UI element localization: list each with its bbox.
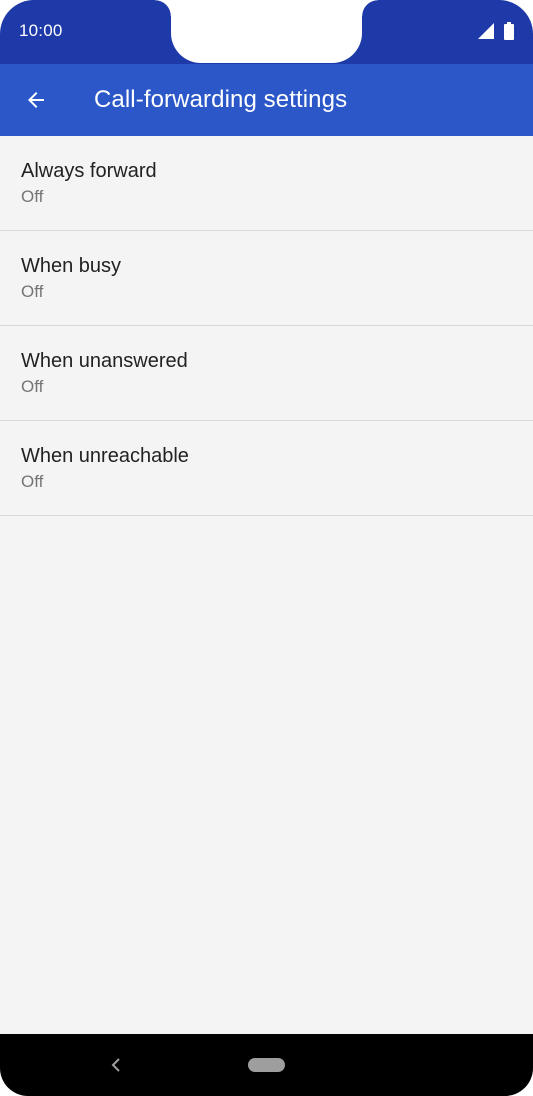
setting-summary: Off bbox=[21, 187, 44, 206]
display-notch bbox=[171, 0, 362, 63]
setting-always-forward[interactable]: Always forward Off bbox=[0, 136, 533, 231]
setting-summary: Off bbox=[21, 282, 44, 301]
app-bar: Call-forwarding settings bbox=[0, 64, 533, 136]
settings-list: Always forward Off When busy Off When un… bbox=[0, 136, 533, 1034]
setting-when-busy[interactable]: When busy Off bbox=[0, 231, 533, 326]
notch-corner-right bbox=[362, 0, 378, 16]
status-time: 10:00 bbox=[19, 21, 63, 40]
setting-when-unanswered[interactable]: When unanswered Off bbox=[0, 326, 533, 421]
back-button[interactable] bbox=[12, 76, 60, 124]
nav-back-chevron-icon[interactable] bbox=[106, 1055, 126, 1075]
phone-screen: 10:00 Call-forwarding settings Always fo… bbox=[0, 0, 533, 1096]
home-pill-icon[interactable] bbox=[248, 1058, 285, 1072]
setting-summary: Off bbox=[21, 472, 44, 491]
battery-icon bbox=[504, 22, 514, 40]
status-bar: 10:00 bbox=[0, 0, 533, 64]
navigation-bar bbox=[0, 1034, 533, 1096]
setting-title: Always forward bbox=[21, 160, 157, 182]
setting-when-unreachable[interactable]: When unreachable Off bbox=[0, 421, 533, 516]
setting-title: When unreachable bbox=[21, 445, 189, 467]
setting-summary: Off bbox=[21, 377, 44, 396]
cellular-signal-icon bbox=[478, 23, 494, 39]
setting-title: When busy bbox=[21, 255, 122, 277]
notch-corner-left bbox=[155, 0, 171, 16]
setting-title: When unanswered bbox=[21, 350, 188, 372]
arrow-back-icon bbox=[28, 92, 44, 108]
page-title: Call-forwarding settings bbox=[94, 86, 348, 113]
